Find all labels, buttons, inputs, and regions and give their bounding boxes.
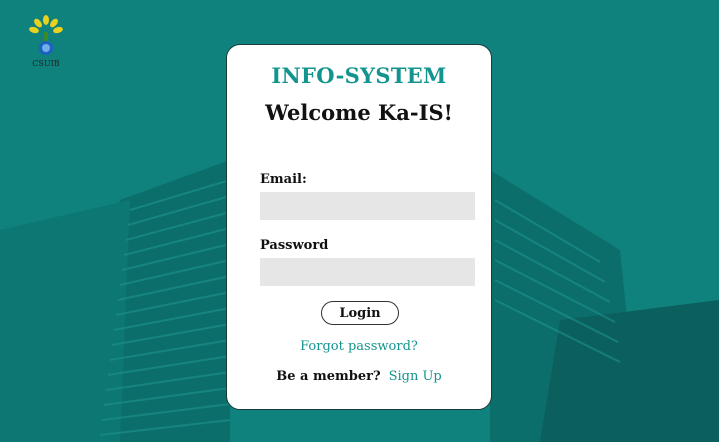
logo-text: CSUIB [32, 59, 60, 68]
logo-image: CSUIB [29, 15, 63, 68]
password-field[interactable] [260, 258, 475, 286]
sign-up-link[interactable]: Sign Up [389, 369, 442, 384]
login-card: INFO-SYSTEM Welcome Ka-IS! Email: Passwo… [226, 44, 492, 410]
email-field[interactable] [260, 192, 475, 220]
email-label: Email: [260, 172, 307, 187]
organization-logo: CSUIB [28, 14, 64, 72]
app-title: INFO-SYSTEM [271, 63, 447, 88]
member-prompt: Be a member? [276, 369, 381, 384]
password-label: Password [260, 238, 329, 253]
forgot-password-link[interactable]: Forgot password? [227, 339, 491, 354]
login-button[interactable]: Login [321, 301, 399, 325]
welcome-heading: Welcome Ka-IS! [265, 100, 453, 125]
signup-row: Be a member? Sign Up [227, 369, 491, 384]
